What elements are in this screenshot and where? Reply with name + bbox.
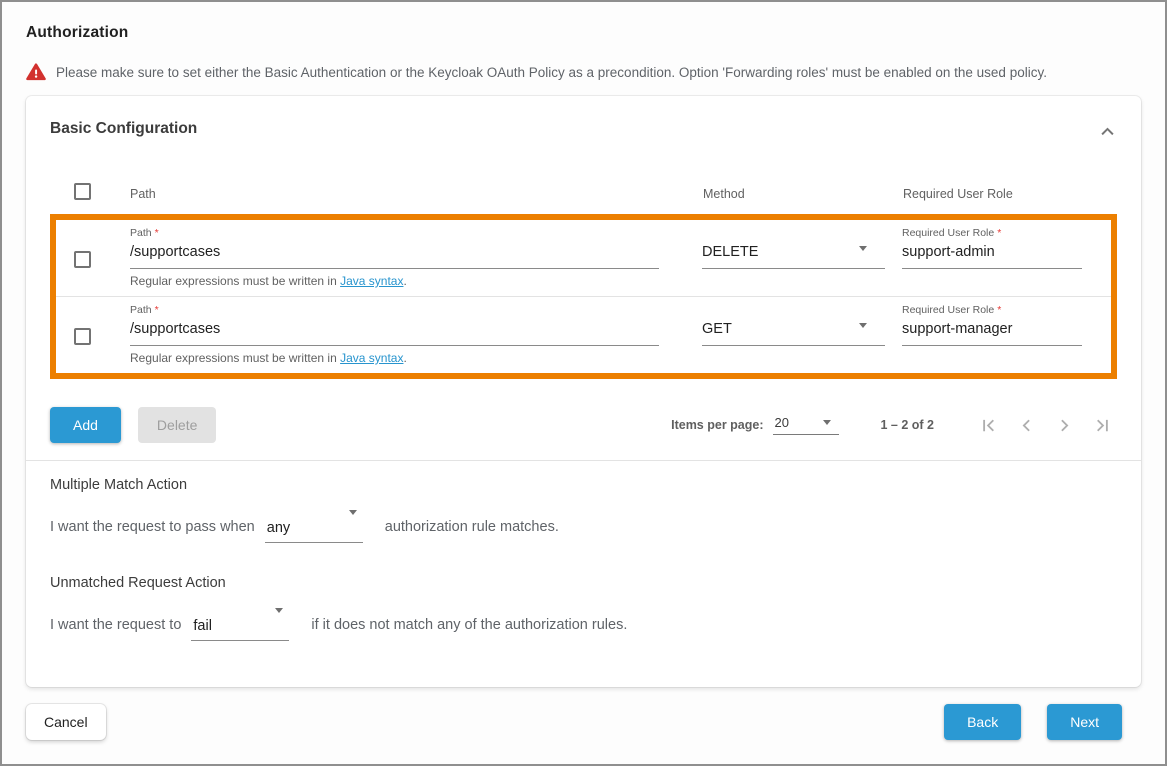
card-title: Basic Configuration [50,120,197,138]
multiple-match-title: Multiple Match Action [50,477,1117,493]
row-checkbox[interactable] [74,251,91,268]
chevron-up-icon [1100,127,1115,136]
table-actions-row: Add Delete Items per page: 20 1 – 2 of 2 [50,407,1117,443]
warning-icon [26,63,46,81]
next-page-button[interactable] [1054,415,1075,436]
row-checkbox[interactable] [74,328,91,345]
items-per-page-select[interactable]: 20 [773,415,839,435]
multiple-match-section: Multiple Match Action I want the request… [50,477,1117,543]
unmatched-request-text-after: if it does not match any of the authoriz… [311,616,627,641]
unmatched-request-text-before: I want the request to [50,616,181,641]
next-button[interactable]: Next [1047,704,1122,740]
last-page-icon [1092,415,1113,436]
path-input[interactable]: /supportcases [130,320,659,346]
table-row: Path* /supportcases Regular expressions … [56,220,1111,296]
unmatched-request-title: Unmatched Request Action [50,575,1117,591]
footer-actions: Cancel Back Next [26,704,1141,740]
multiple-match-text-after: authorization rule matches. [385,518,559,543]
warning-banner: Please make sure to set either the Basic… [26,63,1141,81]
role-field-label: Required User Role* [902,304,1082,317]
previous-page-button[interactable] [1016,415,1037,436]
unmatched-request-section: Unmatched Request Action I want the requ… [50,575,1117,641]
cancel-button[interactable]: Cancel [26,704,106,740]
table-header-row: Path Method Required User Role [50,177,1117,211]
java-syntax-link[interactable]: Java syntax [340,351,403,365]
previous-page-icon [1016,415,1037,436]
basic-configuration-card: Basic Configuration Path Method Required… [26,96,1141,687]
path-hint: Regular expressions must be written in J… [130,274,659,289]
required-asterisk: * [155,304,159,316]
page-title: Authorization [26,24,1141,42]
page-range-label: 1 – 2 of 2 [881,418,935,432]
section-divider [26,460,1141,461]
table-row: Path* /supportcases Regular expressions … [56,296,1111,373]
add-button[interactable]: Add [50,407,121,443]
caret-down-icon [823,420,831,425]
delete-button: Delete [138,407,216,443]
paginator: Items per page: 20 1 – 2 of 2 [671,415,1117,436]
collapse-panel-button[interactable] [1098,122,1117,141]
caret-down-icon [859,323,867,328]
first-page-button[interactable] [978,415,999,436]
next-page-icon [1054,415,1075,436]
caret-down-icon [349,510,357,515]
caret-down-icon [859,246,867,251]
required-asterisk: * [997,227,1001,239]
required-asterisk: * [155,227,159,239]
java-syntax-link[interactable]: Java syntax [340,274,403,288]
method-select[interactable]: GET [702,320,885,346]
multiple-match-select[interactable]: any [265,506,363,543]
role-field-label: Required User Role* [902,227,1082,240]
authorization-page: Authorization Please make sure to set ei… [0,0,1167,766]
last-page-button[interactable] [1092,415,1113,436]
role-input[interactable]: support-admin [902,243,1082,269]
select-all-checkbox[interactable] [74,183,91,200]
unmatched-request-select[interactable]: fail [191,604,289,641]
multiple-match-text-before: I want the request to pass when [50,518,255,543]
caret-down-icon [275,608,283,613]
path-input[interactable]: /supportcases [130,243,659,269]
column-header-role: Required User Role [903,187,1117,201]
path-field-label: Path* [130,227,659,240]
method-select[interactable]: DELETE [702,243,885,269]
required-asterisk: * [997,304,1001,316]
first-page-icon [978,415,999,436]
path-field-label: Path* [130,304,659,317]
role-input[interactable]: support-manager [902,320,1082,346]
path-hint: Regular expressions must be written in J… [130,351,659,366]
warning-text: Please make sure to set either the Basic… [56,65,1047,80]
column-header-path: Path [130,187,703,201]
highlighted-rules-group: Path* /supportcases Regular expressions … [50,214,1117,379]
back-button[interactable]: Back [944,704,1021,740]
items-per-page-label: Items per page: [671,418,763,432]
column-header-method: Method [703,187,903,201]
